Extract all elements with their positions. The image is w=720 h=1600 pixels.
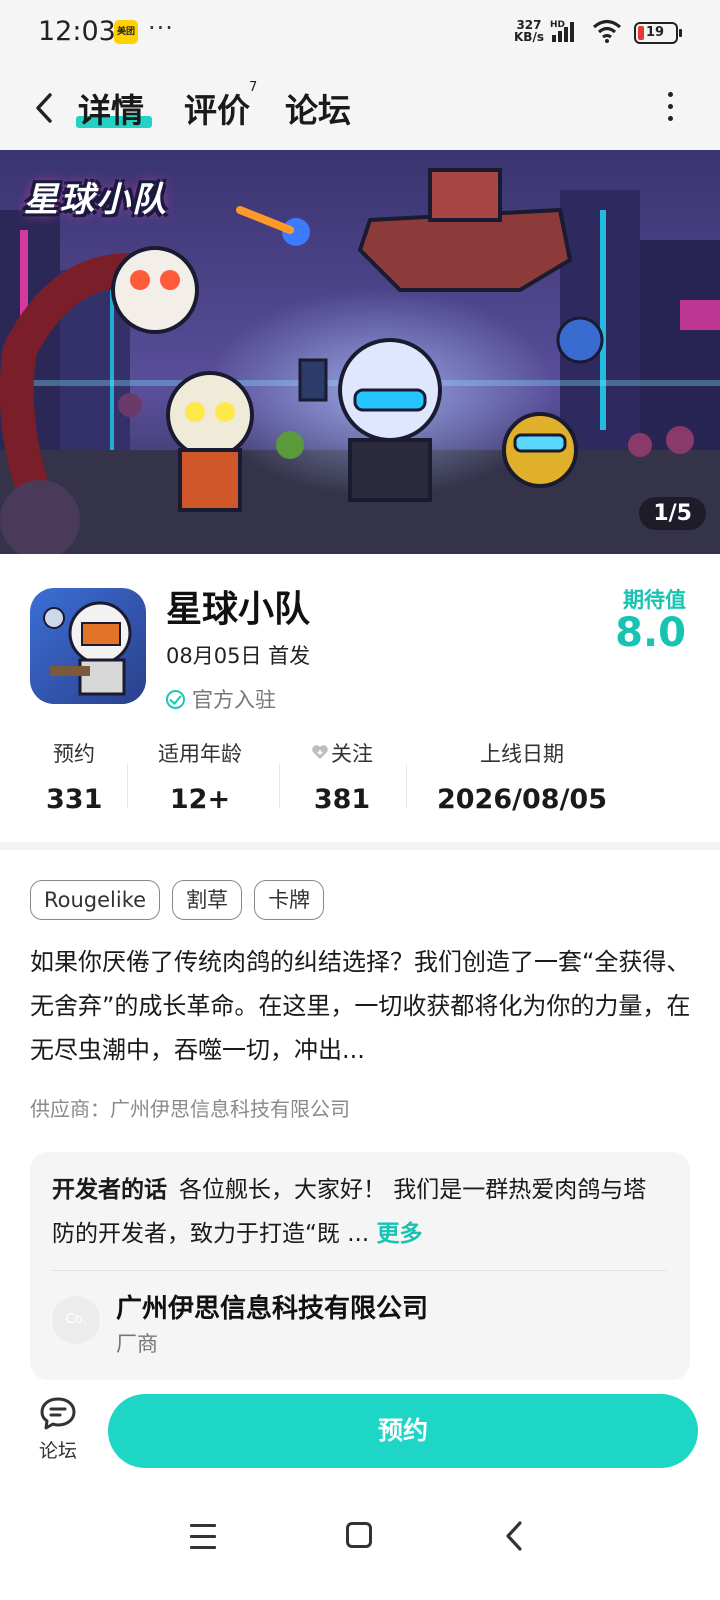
battery-icon: 19 (634, 22, 682, 44)
forum-button[interactable]: 论坛 (30, 1396, 86, 1472)
tab-forum-label: 论坛 (285, 91, 351, 130)
official-badge: 官方入驻 (166, 684, 276, 714)
chat-bubble-icon (40, 1397, 76, 1430)
stat-value: 2026/08/05 (436, 784, 607, 815)
home-icon[interactable] (346, 1522, 372, 1548)
status-bar: 12:03 美团 ··· 327 KB/s HD 19 (0, 0, 720, 64)
stat-value: 12+ (169, 784, 231, 815)
forum-label: 论坛 (38, 1440, 77, 1462)
supplier-info: 供应商：广州伊思信息科技有限公司 (30, 1097, 350, 1121)
tag-item[interactable]: 卡牌 (254, 880, 325, 920)
company-name[interactable]: 广州伊思信息科技有限公司 (116, 1288, 428, 1325)
tab-detail-label: 详情 (78, 91, 144, 130)
system-back-icon[interactable] (504, 1520, 524, 1552)
wifi-icon (592, 19, 622, 43)
release-info: 08月05日 首发 (166, 644, 311, 668)
system-nav-bar (0, 1490, 720, 1600)
top-nav: 详情 评价 7 论坛 (0, 64, 720, 150)
stat-followers: 关注 381 (306, 738, 378, 815)
game-description[interactable]: 如果你厌倦了传统肉鸽的纠结选择？我们创造了一套“全获得、无舍弃”的成长革命。在这… (30, 940, 694, 1072)
tag-item[interactable]: 割草 (172, 880, 243, 920)
stat-age-rating: 适用年龄 12+ (152, 738, 248, 815)
recent-apps-icon[interactable] (190, 1524, 216, 1549)
app-icon (30, 588, 146, 704)
banner-carousel[interactable]: 星球小队 1/5 (0, 150, 720, 554)
expectation-score: 8.0 (615, 610, 686, 656)
signal-icon (552, 22, 574, 42)
stat-value: 381 (313, 784, 371, 815)
app-info: 星球小队 08月05日 首发 官方入驻 期待值 8.0 (0, 554, 720, 724)
check-circle-icon (166, 690, 185, 709)
status-time: 12:03 (38, 16, 116, 47)
meituan-app-icon: 美团 (114, 20, 138, 44)
notification-dots: ··· (148, 14, 174, 42)
more-link[interactable]: 更多 (376, 1221, 422, 1247)
developer-message[interactable]: 开发者的话 各位舰长，大家好！ 我们是一群热爱肉鸽与塔防的开发者，致力于打造“既 … (52, 1168, 652, 1256)
tag-list: Rougelike 割草 卡牌 (30, 880, 325, 920)
divider (52, 1270, 666, 1271)
network-speed: 327 KB/s (514, 19, 544, 43)
stat-divider (406, 764, 407, 808)
developer-heading: 开发者的话 (52, 1177, 167, 1203)
bottom-action-bar: 论坛 预约 (0, 1380, 720, 1490)
banner-logo-text: 星球小队 (24, 180, 168, 220)
tab-review-label: 评价 (184, 91, 250, 130)
stat-value: 331 (46, 784, 103, 815)
company-avatar: Co. (52, 1296, 100, 1344)
app-name: 星球小队 (166, 589, 311, 630)
review-count-badge: 7 (249, 80, 258, 95)
official-label: 官方入驻 (192, 688, 276, 712)
reserve-button[interactable]: 预约 (108, 1394, 698, 1468)
stat-label: 预约 (53, 742, 95, 766)
tab-forum[interactable]: 论坛 (285, 84, 351, 132)
tag-item[interactable]: Rougelike (30, 880, 161, 920)
more-icon[interactable] (665, 92, 675, 126)
section-divider (0, 842, 720, 850)
back-icon[interactable] (30, 90, 60, 126)
heart-plus-icon (312, 745, 328, 759)
tab-detail[interactable]: 详情 (78, 84, 144, 132)
battery-fill (638, 26, 644, 40)
stat-label: 关注 (306, 738, 378, 768)
stat-divider (279, 764, 280, 808)
stat-label-text: 关注 (331, 742, 373, 766)
tab-review[interactable]: 评价 (184, 84, 250, 132)
stat-label: 适用年龄 (158, 742, 242, 766)
stat-reservations: 预约 331 (46, 738, 102, 815)
stat-divider (127, 764, 128, 808)
stat-label: 上线日期 (480, 742, 564, 766)
company-role: 厂商 (116, 1332, 158, 1356)
network-speed-unit: KB/s (514, 30, 544, 44)
banner-page-counter: 1/5 (639, 497, 706, 530)
battery-level: 19 (646, 25, 665, 40)
stat-launch-date: 上线日期 2026/08/05 (430, 738, 614, 815)
developer-card: 开发者的话 各位舰长，大家好！ 我们是一群热爱肉鸽与塔防的开发者，致力于打造“既 … (30, 1152, 690, 1380)
stats-row: 预约 331 适用年龄 12+ 关注 381 上线日期 2026/08/05 (0, 724, 720, 824)
